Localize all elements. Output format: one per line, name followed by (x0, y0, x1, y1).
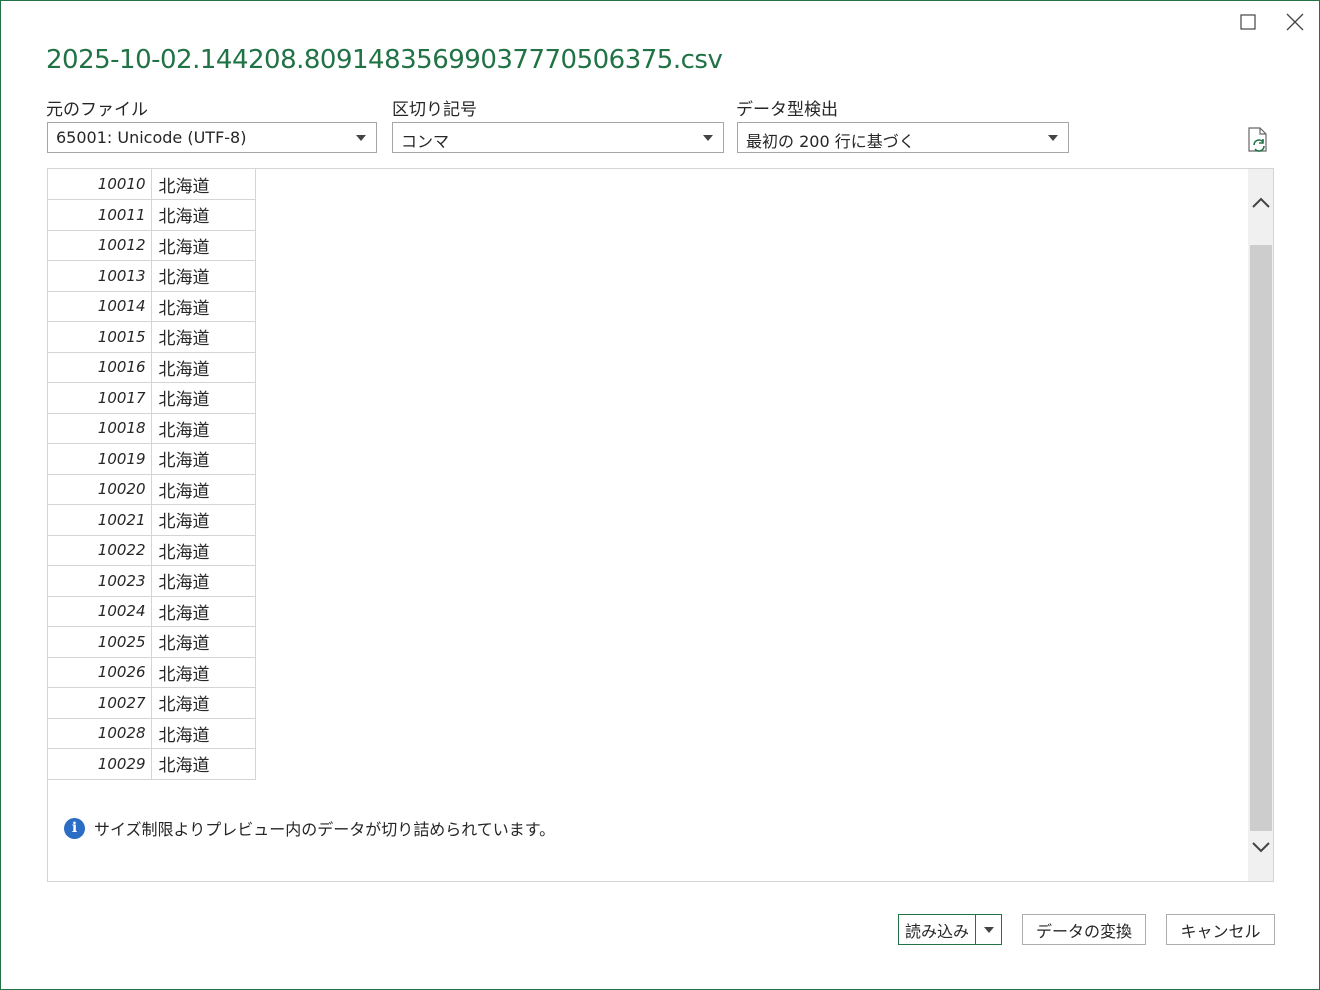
code-cell: 10022 (48, 535, 152, 566)
code-cell: 10029 (48, 748, 152, 780)
transform-data-button[interactable]: データの変換 (1022, 914, 1146, 945)
code-cell: 10026 (48, 657, 152, 688)
table-row: 10016 北海道 (48, 352, 256, 383)
table-row: 10012 北海道 (48, 230, 256, 261)
table-row: 10029 北海道 (48, 748, 256, 780)
code-cell: 10015 (48, 321, 152, 353)
prefecture-cell: 北海道 (151, 443, 256, 475)
chevron-down-icon (356, 135, 366, 141)
prefecture-cell: 北海道 (151, 291, 256, 322)
delimiter-dropdown[interactable]: コンマ (392, 122, 724, 153)
import-dialog: 2025-10-02.144208.8091483569903777050637… (0, 0, 1320, 990)
prefecture-cell: 北海道 (151, 474, 256, 505)
file-origin-label: 元のファイル (46, 100, 148, 120)
load-options-button[interactable] (976, 915, 1001, 944)
prefecture-cell: 北海道 (151, 626, 256, 658)
table-row: 10014 北海道 (48, 291, 256, 322)
code-cell: 10019 (48, 443, 152, 475)
type-detection-label: データ型検出 (736, 100, 838, 120)
prefecture-cell: 北海道 (151, 260, 256, 292)
table-row: 10015 北海道 (48, 321, 256, 353)
prefecture-cell: 北海道 (151, 321, 256, 353)
table-row: 10010 北海道 (48, 169, 256, 200)
prefecture-cell: 北海道 (151, 230, 256, 261)
prefecture-cell: 北海道 (151, 718, 256, 749)
prefecture-cell: 北海道 (151, 596, 256, 627)
table-row: 10013 北海道 (48, 260, 256, 292)
table-row: 10019 北海道 (48, 443, 256, 475)
code-cell: 10020 (48, 474, 152, 505)
vertical-scrollbar[interactable] (1248, 169, 1273, 881)
code-cell: 10028 (48, 718, 152, 749)
code-cell: 10013 (48, 260, 152, 292)
truncation-info: i サイズ制限よりプレビュー内のデータが切り詰められています。 (64, 816, 555, 840)
prefecture-cell: 北海道 (151, 199, 256, 231)
file-origin-dropdown[interactable]: 65001: Unicode (UTF-8) (47, 122, 377, 153)
prefecture-cell: 北海道 (151, 352, 256, 383)
refresh-button[interactable] (1245, 127, 1269, 153)
code-cell: 10010 (48, 169, 152, 200)
cancel-button[interactable]: キャンセル (1166, 914, 1275, 945)
prefecture-cell: 北海道 (151, 169, 256, 200)
table-row: 10018 北海道 (48, 413, 256, 444)
table-row: 10022 北海道 (48, 535, 256, 566)
maximize-icon (1240, 14, 1256, 30)
chevron-down-icon (703, 135, 713, 141)
code-cell: 10024 (48, 596, 152, 627)
code-cell: 10017 (48, 382, 152, 414)
table-row: 10017 北海道 (48, 382, 256, 414)
code-cell: 10021 (48, 504, 152, 536)
refresh-icon (1248, 127, 1267, 152)
maximize-button[interactable] (1231, 7, 1265, 37)
chevron-down-icon (1252, 842, 1270, 853)
table-row: 10025 北海道 (48, 626, 256, 658)
prefecture-cell: 北海道 (151, 504, 256, 536)
preview-table: 10010 北海道 10011 北海道 10012 北海道 10013 北海道 10014 北海道… (48, 169, 256, 780)
chevron-down-icon (1048, 135, 1058, 141)
type-detection-value: 最初の 200 行に基づく (746, 132, 915, 151)
delimiter-label: 区切り記号 (392, 100, 477, 120)
code-cell: 10014 (48, 291, 152, 322)
code-cell: 10016 (48, 352, 152, 383)
table-row: 10020 北海道 (48, 474, 256, 505)
info-icon: i (64, 817, 85, 839)
info-message: サイズ制限よりプレビュー内のデータが切り詰められています。 (94, 820, 556, 839)
chevron-down-icon (983, 926, 994, 933)
chevron-up-icon (1252, 197, 1270, 208)
prefecture-cell: 北海道 (151, 565, 256, 597)
scroll-down-button[interactable] (1248, 833, 1273, 863)
table-row: 10023 北海道 (48, 565, 256, 597)
load-split-button: 読み込み (898, 914, 1002, 945)
table-row: 10028 北海道 (48, 718, 256, 749)
load-button[interactable]: 読み込み (899, 915, 976, 944)
code-cell: 10011 (48, 199, 152, 231)
code-cell: 10012 (48, 230, 152, 261)
code-cell: 10025 (48, 626, 152, 658)
prefecture-cell: 北海道 (151, 687, 256, 719)
prefecture-cell: 北海道 (151, 413, 256, 444)
table-row: 10026 北海道 (48, 657, 256, 688)
file-origin-value: 65001: Unicode (UTF-8) (56, 128, 247, 147)
code-cell: 10018 (48, 413, 152, 444)
table-row: 10027 北海道 (48, 687, 256, 719)
table-row: 10021 北海道 (48, 504, 256, 536)
delimiter-value: コンマ (401, 132, 450, 151)
table-row: 10011 北海道 (48, 199, 256, 231)
scroll-thumb[interactable] (1250, 245, 1272, 831)
dialog-title: 2025-10-02.144208.8091483569903777050637… (46, 45, 723, 75)
prefecture-cell: 北海道 (151, 657, 256, 688)
table-row: 10024 北海道 (48, 596, 256, 627)
prefecture-cell: 北海道 (151, 748, 256, 780)
close-button[interactable] (1278, 7, 1312, 37)
type-detection-dropdown[interactable]: 最初の 200 行に基づく (737, 122, 1069, 153)
data-preview: 10010 北海道 10011 北海道 10012 北海道 10013 北海道 10014 北海道… (47, 168, 1274, 882)
scroll-up-button[interactable] (1248, 187, 1273, 217)
code-cell: 10027 (48, 687, 152, 719)
close-icon (1286, 13, 1304, 31)
prefecture-cell: 北海道 (151, 382, 256, 414)
code-cell: 10023 (48, 565, 152, 597)
prefecture-cell: 北海道 (151, 535, 256, 566)
